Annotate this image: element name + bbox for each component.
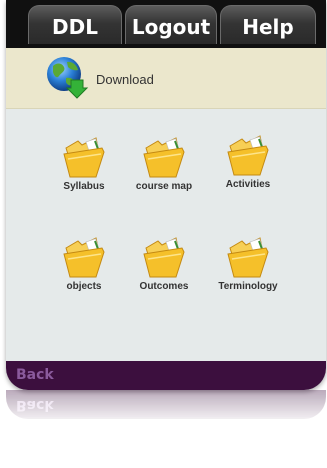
logout-button[interactable]: Logout: [125, 5, 217, 44]
folder-label: Outcomes: [139, 281, 189, 292]
download-bar[interactable]: Download: [6, 48, 326, 109]
back-button[interactable]: Back: [16, 367, 54, 383]
folder-label: objects: [66, 281, 102, 292]
download-label[interactable]: Download: [96, 72, 154, 87]
folder-icon: [63, 237, 105, 278]
folder-course-map[interactable]: course map: [124, 137, 204, 192]
folder-icon: [143, 137, 185, 178]
reflection-back-label: Back: [16, 397, 54, 413]
help-button[interactable]: Help: [220, 5, 316, 44]
screen-reflection: Back: [6, 390, 326, 426]
folder-label: Activities: [225, 179, 271, 190]
app-frame: DDL Logout Help Download Syllabus course…: [6, 0, 326, 390]
top-nav-bar: DDL Logout Help: [6, 0, 326, 48]
folder-icon: [227, 237, 269, 278]
folder-label: Terminology: [218, 281, 278, 292]
folder-terminology[interactable]: Terminology: [208, 237, 288, 292]
folder-grid: Syllabus course map Activities objects O…: [6, 109, 326, 361]
screen: DDL Logout Help Download Syllabus course…: [0, 0, 327, 468]
folder-objects[interactable]: objects: [44, 237, 124, 292]
ddl-button[interactable]: DDL: [28, 5, 122, 44]
folder-syllabus[interactable]: Syllabus: [44, 137, 124, 192]
folder-outcomes[interactable]: Outcomes: [124, 237, 204, 292]
folder-icon: [143, 237, 185, 278]
folder-activities[interactable]: Activities: [208, 135, 288, 190]
folder-icon: [63, 137, 105, 178]
globe-download-icon[interactable]: [44, 54, 90, 100]
reflection-bar: Back: [6, 390, 326, 419]
folder-label: course map: [135, 181, 193, 192]
folder-label: Syllabus: [63, 181, 105, 192]
folder-icon: [227, 135, 269, 176]
footer-bar: Back: [6, 361, 326, 390]
